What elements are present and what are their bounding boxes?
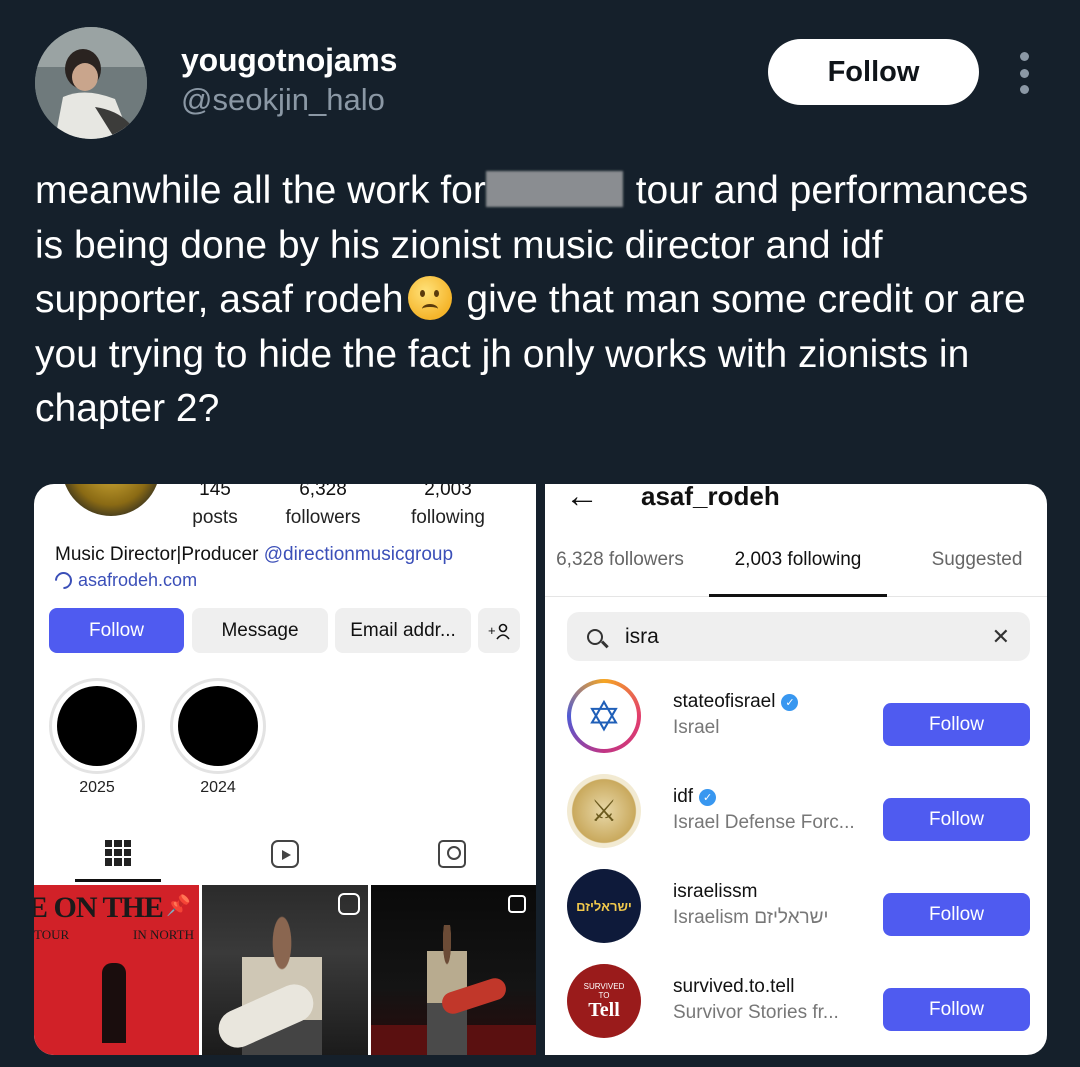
carousel-badge-icon xyxy=(508,895,526,913)
highlight-label: 2025 xyxy=(79,779,115,796)
account-username-text: israelissm xyxy=(673,881,758,902)
avatar-main-text: Tell xyxy=(588,999,620,1021)
tagged-tab-icon xyxy=(409,826,495,882)
media-image-following[interactable]: ← asaf_rodeh 6,328 followers 2,003 follo… xyxy=(545,484,1047,1055)
account-row: ✡ stateofisrael ✓ Israel Follow xyxy=(565,677,1035,757)
account-avatar: ⚔ xyxy=(567,774,641,848)
story-highlight xyxy=(49,678,145,774)
post-thumbnail xyxy=(371,885,536,1055)
account-follow-button: Follow xyxy=(883,893,1030,936)
poster-sub-left: TOUR xyxy=(34,927,70,942)
account-username: stateofisrael ✓ xyxy=(673,691,799,713)
stat-value: 6,328 xyxy=(299,484,347,498)
author-handle[interactable]: @seokjin_halo xyxy=(181,82,385,118)
stat-followers: 6,328 followers xyxy=(278,484,368,529)
add-person-icon: + xyxy=(478,608,520,653)
profile-bio: Music Director|Producer @directionmusicg… xyxy=(55,544,453,566)
profile-tab-bar xyxy=(34,826,536,882)
profile-follow-button: Follow xyxy=(49,608,184,653)
profile-link: asafrodeh.com xyxy=(51,568,198,593)
clear-icon: ✕ xyxy=(991,623,1010,649)
account-username-text: survived.to.tell xyxy=(673,976,795,997)
account-row: SURVIVED TO Tell survived.to.tell Surviv… xyxy=(565,962,1035,1042)
verified-badge-icon: ✓ xyxy=(699,788,717,806)
stat-label: following xyxy=(411,507,485,528)
account-username-text: idf xyxy=(673,786,694,807)
story-highlight xyxy=(170,678,266,774)
back-arrow-icon: ← xyxy=(565,484,599,515)
search-icon xyxy=(587,628,603,645)
account-row: ישראליזם israelissm Israelism ישראליזם F… xyxy=(565,867,1035,947)
account-subtitle: Survivor Stories fr... xyxy=(673,1002,839,1023)
poster-subtitle: TOUR IN NORTH xyxy=(34,927,194,943)
reels-tab-icon xyxy=(242,826,328,882)
poster-title: E ON THE xyxy=(34,891,164,924)
highlight-label: 2024 xyxy=(200,779,236,796)
tab-followers: 6,328 followers xyxy=(556,549,684,570)
svg-text:+: + xyxy=(488,623,496,638)
avatar-top-text: SURVIVED xyxy=(583,982,625,991)
search-value: isra xyxy=(625,624,659,648)
following-tabs: 6,328 followers 2,003 following Suggeste… xyxy=(545,549,1047,597)
account-username: survived.to.tell xyxy=(673,976,794,998)
tweet-text: meanwhile all the work for tour and perf… xyxy=(35,164,1065,437)
stat-following: 2,003 following xyxy=(400,484,496,529)
link-icon xyxy=(51,568,76,593)
tab-suggested: Suggested xyxy=(931,549,1023,570)
more-options-icon[interactable] xyxy=(1010,52,1038,94)
tweet-text-part1: meanwhile all the work for xyxy=(35,169,486,212)
profile-avatar xyxy=(62,484,160,516)
account-follow-button: Follow xyxy=(883,798,1030,841)
author-avatar[interactable] xyxy=(35,27,147,139)
stat-label: followers xyxy=(285,507,361,528)
account-follow-button: Follow xyxy=(883,703,1030,746)
verified-badge-icon: ✓ xyxy=(781,693,799,711)
post-thumbnail xyxy=(202,885,368,1055)
account-username: idf ✓ xyxy=(673,786,717,808)
media-image-profile[interactable]: 145 posts 6,328 followers 2,003 followin… xyxy=(34,484,536,1055)
poster-figure xyxy=(102,963,126,1043)
account-avatar: ✡ xyxy=(567,679,641,753)
account-username-text: stateofisrael xyxy=(673,691,776,712)
stat-label: posts xyxy=(192,507,238,528)
account-subtitle: Israelism ישראליזם xyxy=(673,907,829,928)
poster-sub-right: IN NORTH xyxy=(133,927,194,942)
account-avatar: SURVIVED TO Tell xyxy=(567,964,641,1038)
bio-text: Music Director|Producer xyxy=(55,544,264,565)
following-username: asaf_rodeh xyxy=(641,484,780,511)
grid-tab-icon xyxy=(75,826,161,882)
redacted-text xyxy=(485,171,623,207)
author-display-name[interactable]: yougotnojams xyxy=(181,42,397,79)
account-row: ⚔ idf ✓ Israel Defense Forc... Follow xyxy=(565,772,1035,852)
tab-following: 2,003 following xyxy=(709,549,887,597)
profile-message-button: Message xyxy=(192,608,328,653)
stat-posts: 145 posts xyxy=(190,484,240,529)
account-follow-button: Follow xyxy=(883,988,1030,1031)
confused-face-icon xyxy=(407,276,452,320)
following-search: isra ✕ xyxy=(567,612,1030,661)
account-username: israelissm xyxy=(673,881,757,903)
account-avatar: ישראליזם xyxy=(567,869,641,943)
account-subtitle: Israel Defense Forc... xyxy=(673,812,855,833)
account-subtitle: Israel xyxy=(673,717,720,738)
stat-value: 2,003 xyxy=(424,484,472,498)
bio-mention: @directionmusicgroup xyxy=(263,544,454,565)
pin-icon: 📌 xyxy=(166,895,191,917)
profile-email-button: Email addr... xyxy=(335,608,471,653)
reel-badge-icon xyxy=(338,893,360,915)
profile-link-text: asafrodeh.com xyxy=(78,570,198,590)
follow-button[interactable]: Follow xyxy=(768,39,979,105)
stat-value: 145 xyxy=(199,484,231,498)
post-thumbnail: E ON THE TOUR IN NORTH 📌 xyxy=(34,885,199,1055)
